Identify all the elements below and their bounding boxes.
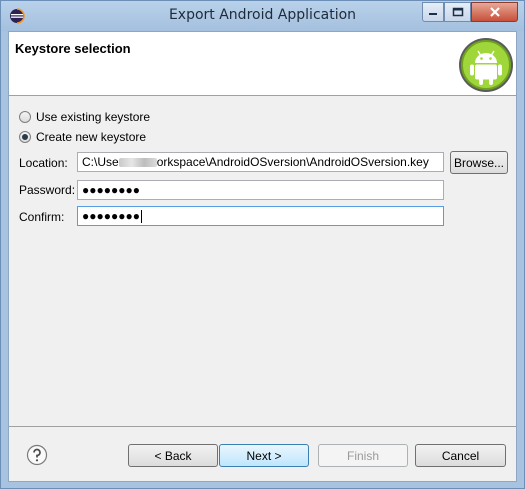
- use-existing-label: Use existing keystore: [36, 110, 151, 124]
- confirm-value: ●●●●●●●●: [82, 209, 140, 223]
- use-existing-keystore-option[interactable]: Use existing keystore: [19, 110, 150, 124]
- use-existing-radio[interactable]: [19, 111, 31, 123]
- create-new-label: Create new keystore: [36, 130, 147, 144]
- location-value-suffix: orkspace\AndroidOSversion\AndroidOSversi…: [156, 155, 429, 169]
- close-button[interactable]: [471, 2, 518, 22]
- password-input[interactable]: ●●●●●●●●: [77, 180, 444, 200]
- password-label: Password:: [19, 183, 76, 197]
- android-robot-icon: [459, 38, 513, 92]
- confirm-label: Confirm:: [19, 210, 65, 224]
- minimize-icon: [429, 13, 437, 15]
- export-dialog-window: Export Android Application Keystore sele…: [0, 0, 525, 489]
- page-title: Keystore selection: [15, 41, 131, 56]
- location-input[interactable]: C:\Use orkspace\AndroidOSversion\AndroidO…: [77, 152, 444, 172]
- minimize-button[interactable]: [422, 2, 444, 22]
- title-bar[interactable]: Export Android Application: [1, 1, 524, 31]
- next-button[interactable]: Next >: [219, 444, 309, 467]
- create-new-keystore-option[interactable]: Create new keystore: [19, 130, 146, 144]
- cancel-button[interactable]: Cancel: [415, 444, 506, 467]
- password-value: ●●●●●●●●: [82, 183, 140, 197]
- redacted-text: [118, 158, 157, 168]
- header-banner: Keystore selection: [9, 32, 516, 96]
- maximize-button[interactable]: [444, 2, 471, 22]
- help-icon[interactable]: [26, 444, 48, 466]
- confirm-input[interactable]: ●●●●●●●●: [77, 206, 444, 226]
- close-icon: [489, 7, 500, 17]
- location-value-prefix: C:\Use: [82, 155, 119, 169]
- dialog-client-area: Keystore selection Use existing keystore: [8, 31, 517, 482]
- footer-divider: [9, 426, 516, 427]
- finish-button[interactable]: Finish: [318, 444, 408, 467]
- create-new-radio[interactable]: [19, 131, 31, 143]
- back-button[interactable]: < Back: [128, 444, 218, 467]
- maximize-icon: [452, 7, 463, 17]
- browse-button[interactable]: Browse...: [450, 151, 508, 174]
- text-caret: [140, 210, 142, 224]
- location-label: Location:: [19, 156, 68, 170]
